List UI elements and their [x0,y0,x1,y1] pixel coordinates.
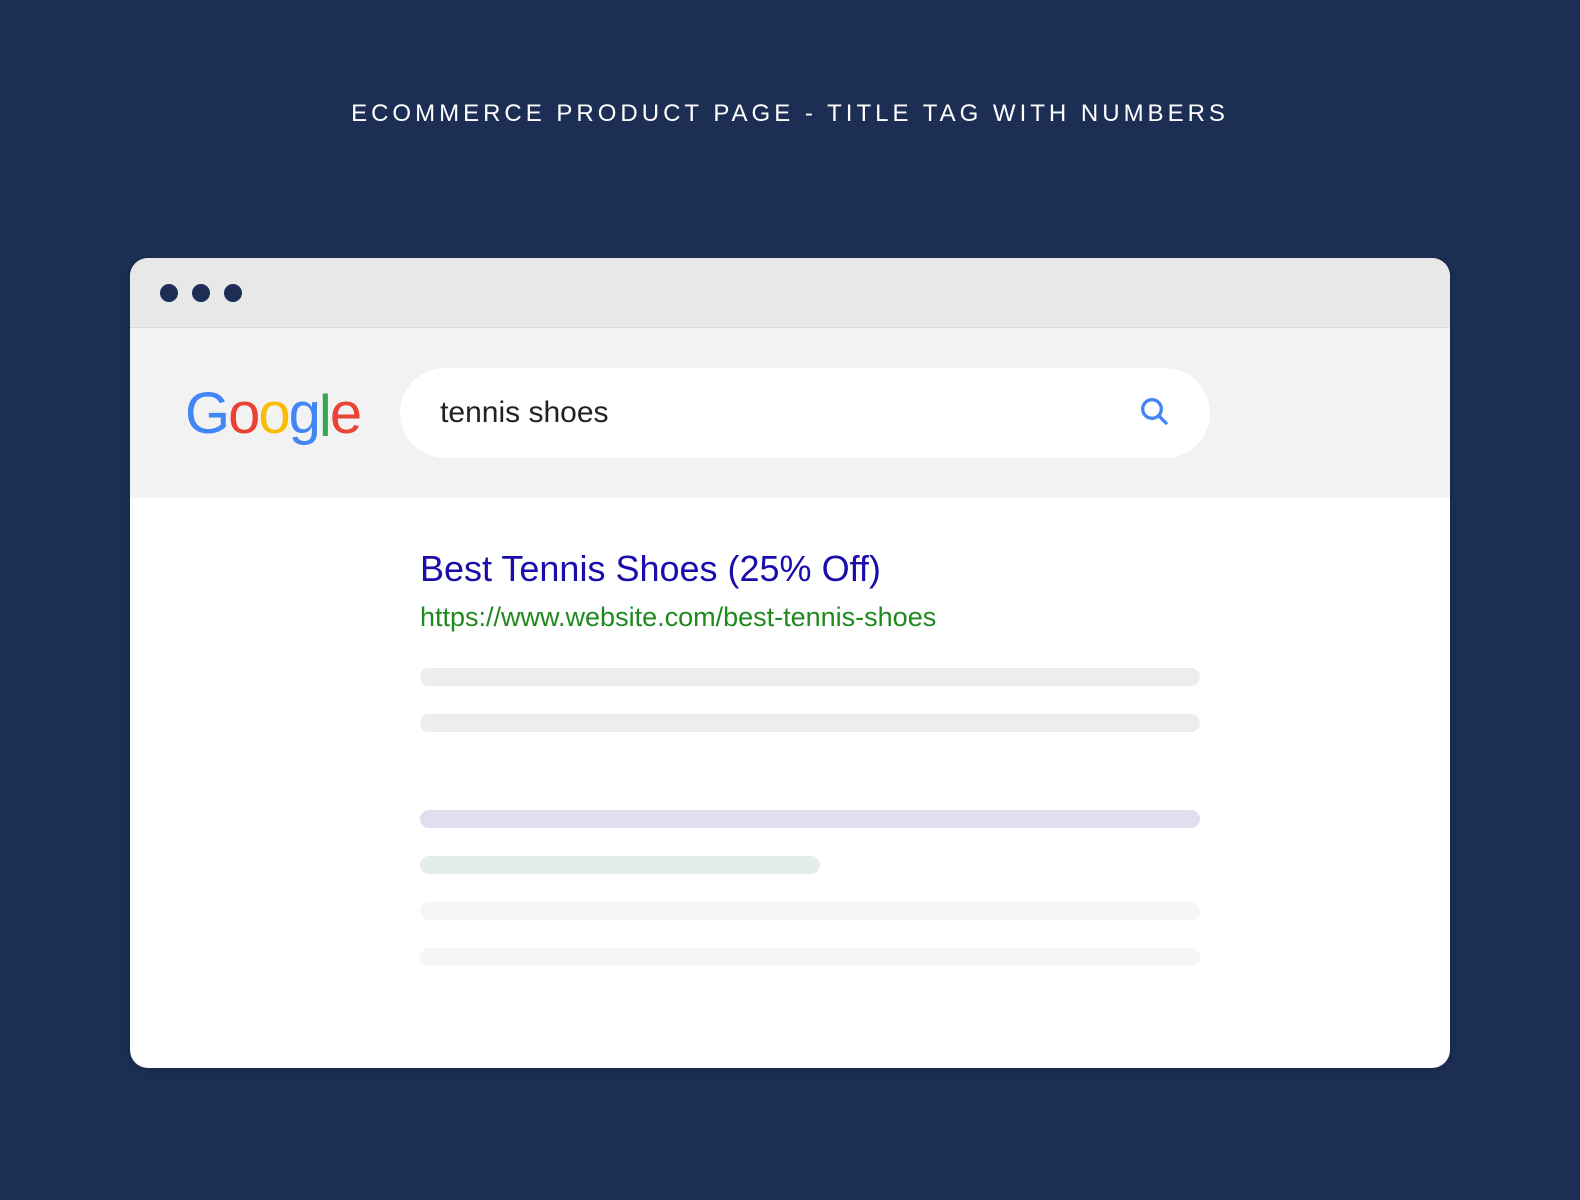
google-logo: G o o g l e [185,380,360,447]
window-maximize-button[interactable] [224,284,242,302]
result-url-placeholder [420,856,820,874]
logo-letter: l [319,383,330,450]
window-close-button[interactable] [160,284,178,302]
window-minimize-button[interactable] [192,284,210,302]
page-heading: ECOMMERCE PRODUCT PAGE - TITLE TAG WITH … [351,100,1229,128]
result-url[interactable]: https://www.website.com/best-tennis-shoe… [420,602,1450,633]
result-title-placeholder [420,810,1200,828]
result-snippet-placeholder [420,668,1200,686]
search-header: G o o g l e [130,328,1450,498]
result-snippet-placeholder [420,714,1200,732]
browser-window: G o o g l e Best Tennis Shoes (25% Off) … [130,258,1450,1068]
result-snippet-placeholder [420,948,1200,966]
logo-letter: o [228,380,258,447]
logo-letter: G [185,380,228,447]
logo-letter: e [330,380,360,447]
result-snippet-placeholder [420,902,1200,920]
search-icon[interactable] [1138,395,1170,432]
browser-title-bar [130,258,1450,328]
search-results: Best Tennis Shoes (25% Off) https://www.… [130,498,1450,966]
logo-letter: o [258,380,288,447]
result-title-link[interactable]: Best Tennis Shoes (25% Off) [420,548,1450,590]
search-box[interactable] [400,368,1210,458]
logo-letter: g [289,380,319,447]
search-input[interactable] [440,396,1024,430]
